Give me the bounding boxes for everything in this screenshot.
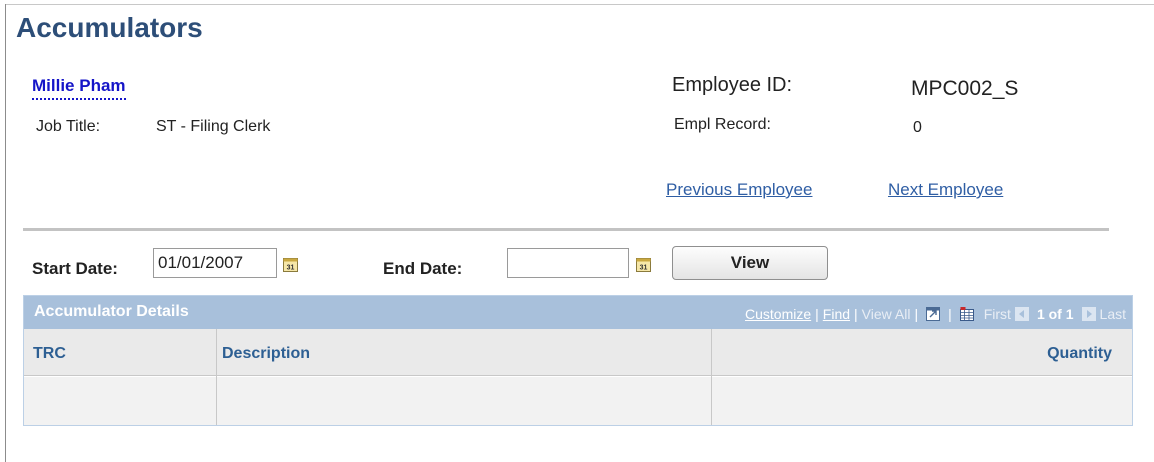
arrow-left-icon <box>1014 307 1029 321</box>
view-button[interactable]: View <box>672 246 828 280</box>
employee-name-link[interactable]: Millie Pham <box>32 76 126 100</box>
end-date-label: End Date: <box>383 259 463 278</box>
view-all-link[interactable]: View All <box>862 306 911 322</box>
column-divider <box>711 329 712 425</box>
start-date-label: Start Date: <box>32 259 118 278</box>
customize-link[interactable]: Customize <box>745 306 811 322</box>
page-frame-top <box>5 4 1154 5</box>
grid-header: Accumulator Details Customize | Find | V… <box>24 296 1132 329</box>
section-divider <box>23 228 1109 231</box>
grid-navigation: Customize | Find | View All | | First 1 … <box>745 306 1126 322</box>
column-header-row: TRC Description Quantity <box>24 329 1132 376</box>
svg-text:31: 31 <box>640 265 648 272</box>
table-row <box>24 377 1132 425</box>
page-frame-left <box>5 4 6 462</box>
last-link: Last <box>1099 306 1126 322</box>
find-link[interactable]: Find <box>823 306 850 322</box>
column-header-trc[interactable]: TRC <box>33 345 66 363</box>
separator: | <box>854 306 858 322</box>
employee-id-label: Employee ID: <box>672 74 793 96</box>
arrow-right-icon <box>1081 307 1096 321</box>
calendar-icon[interactable]: 31 <box>636 256 651 272</box>
separator: | <box>948 306 952 322</box>
column-header-description[interactable]: Description <box>222 345 310 363</box>
page-title: Accumulators <box>16 12 203 43</box>
column-divider <box>216 329 217 425</box>
download-spreadsheet-icon[interactable] <box>959 307 974 321</box>
previous-employee-link[interactable]: Previous Employee <box>666 180 812 200</box>
calendar-icon[interactable]: 31 <box>283 256 298 272</box>
end-date-input[interactable] <box>507 248 629 278</box>
job-title-label: Job Title: <box>36 118 101 135</box>
next-employee-link[interactable]: Next Employee <box>888 180 1003 200</box>
empl-record-value: 0 <box>913 119 922 136</box>
job-title-value: ST - Filing Clerk <box>156 118 271 135</box>
svg-text:31: 31 <box>287 265 295 272</box>
row-range: 1 of 1 <box>1036 306 1074 322</box>
empl-record-label: Empl Record: <box>674 116 771 133</box>
zoom-icon[interactable] <box>926 307 941 321</box>
separator: | <box>815 306 819 322</box>
grid-title: Accumulator Details <box>34 303 189 320</box>
first-link: First <box>983 306 1011 322</box>
employee-id-value: MPC002_S <box>911 77 1019 100</box>
accumulator-details-grid: Accumulator Details Customize | Find | V… <box>23 295 1133 426</box>
column-header-quantity[interactable]: Quantity <box>1047 345 1112 363</box>
start-date-input[interactable] <box>153 248 277 278</box>
separator: | <box>914 306 919 322</box>
